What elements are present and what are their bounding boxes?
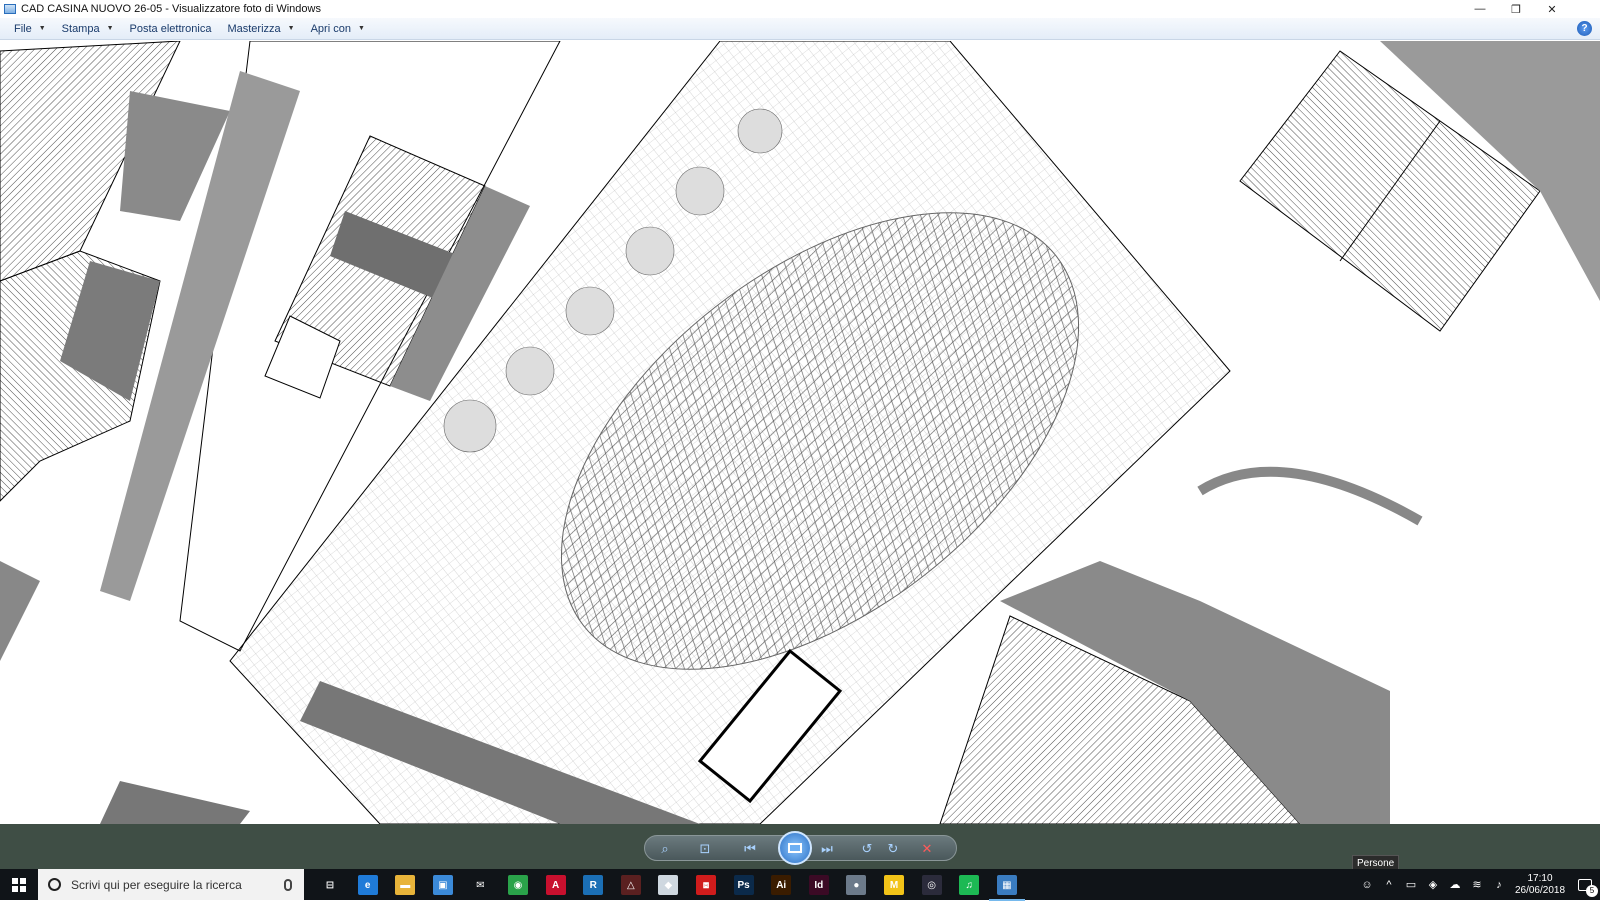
bottom-left-building	[0, 561, 40, 661]
onedrive-icon[interactable]: ☁	[1447, 877, 1463, 893]
zoom-button[interactable]: ⌕	[655, 840, 675, 858]
menu-file-label: File	[14, 22, 32, 35]
system-tray: ☺ ^ ▭ ◈ ☁ ≋ ♪ 17:10 26/06/2018 5	[1356, 869, 1600, 900]
menu-file[interactable]: File ▼	[6, 18, 54, 40]
wifi-icon[interactable]: ≋	[1469, 877, 1485, 893]
rotate-ccw-button[interactable]: ↺	[857, 840, 877, 858]
taskbar-app-app-m[interactable]: M	[884, 875, 904, 895]
menu-apri-con[interactable]: Apri con ▼	[303, 18, 373, 40]
battery-icon[interactable]: ▭	[1403, 877, 1419, 893]
taskbar-app-photo-viewer[interactable]: ▦	[988, 875, 1025, 901]
window-title: CAD CASINA NUOVO 26-05 - Visualizzatore …	[21, 3, 321, 15]
menu-apri-con-label: Apri con	[310, 22, 351, 35]
minimize-button[interactable]: —	[1462, 0, 1498, 18]
next-button[interactable]: ⏭	[817, 840, 837, 858]
menu-masterizza-label: Masterizza	[227, 22, 281, 35]
cortana-icon	[48, 878, 61, 891]
delete-button[interactable]: ✕	[917, 840, 937, 858]
dropbox-icon[interactable]: ◈	[1425, 877, 1441, 893]
taskbar-app-task-view[interactable]: ⊟	[320, 875, 340, 895]
taskbar-app-obs[interactable]: ◎	[921, 875, 942, 895]
taskbar-search[interactable]: Scrivi qui per eseguire la ricerca	[38, 869, 304, 900]
notification-icon: 5	[1578, 878, 1598, 897]
cad-site-plan	[0, 41, 1600, 824]
microphone-icon	[284, 878, 292, 891]
slideshow-button[interactable]	[778, 831, 812, 865]
chevron-down-icon: ▼	[357, 25, 365, 32]
notification-count: 5	[1586, 884, 1598, 897]
taskbar-app-archicad[interactable]: △	[620, 875, 641, 895]
taskbar-app-illustrator[interactable]: Ai	[771, 875, 792, 895]
taskbar-app-store[interactable]: ▣	[432, 875, 453, 895]
title-bar: CAD CASINA NUOVO 26-05 - Visualizzatore …	[0, 0, 1600, 18]
search-placeholder: Scrivi qui per eseguire la ricerca	[71, 877, 242, 892]
bottom-left-building-2	[100, 781, 250, 824]
photo-viewer-icon	[4, 4, 16, 14]
chevron-down-icon: ▼	[106, 25, 114, 32]
previous-button[interactable]: ⏮	[740, 840, 760, 858]
restore-button[interactable]: ❐	[1498, 0, 1534, 18]
people-icon[interactable]: ☺	[1359, 877, 1375, 893]
chevron-down-icon: ▼	[287, 25, 295, 32]
clock-time: 17:10	[1527, 872, 1553, 884]
taskbar-app-sketchup[interactable]: ◆	[658, 875, 679, 895]
clock[interactable]: 17:10 26/06/2018	[1510, 873, 1570, 897]
tray-chevron-icon[interactable]: ^	[1381, 877, 1397, 893]
clock-date: 26/06/2018	[1514, 884, 1566, 896]
taskbar-app-mail[interactable]: ✉	[470, 875, 491, 895]
help-button[interactable]: ?	[1577, 21, 1592, 36]
taskbar-app-chrome[interactable]: ◉	[508, 875, 528, 895]
actual-size-button[interactable]: ⊡	[695, 840, 715, 858]
menu-posta-elettronica[interactable]: Posta elettronica	[122, 18, 220, 40]
taskbar: Scrivi qui per eseguire la ricerca ⊟ e ▬ ▣ ✉…	[0, 869, 1600, 901]
taskbar-app-acrobat[interactable]: ⧈	[696, 875, 716, 895]
menu-stampa-label: Stampa	[61, 22, 100, 35]
taskbar-app-app-sphere[interactable]: ●	[846, 875, 867, 895]
taskbar-app-spotify[interactable]: ♫	[959, 875, 980, 895]
menu-stampa[interactable]: Stampa ▼	[54, 18, 122, 40]
taskbar-app-photoshop[interactable]: Ps	[733, 875, 754, 895]
volume-icon[interactable]: ♪	[1491, 877, 1507, 893]
control-strip: ⌕ ⊡ ⏮ ⏭ ↺ ↻ ✕	[644, 831, 957, 865]
road-curve	[1197, 466, 1423, 526]
start-button[interactable]	[0, 869, 38, 900]
menu-posta-label: Posta elettronica	[129, 22, 212, 35]
taskbar-app-file-explorer[interactable]: ▬	[395, 875, 416, 895]
taskbar-app-autocad[interactable]: A	[545, 875, 566, 895]
slideshow-icon	[788, 843, 802, 853]
taskbar-app-edge[interactable]: e	[357, 875, 378, 895]
chevron-down-icon: ▼	[38, 25, 46, 32]
taskbar-app-indesign[interactable]: Id	[808, 875, 829, 895]
taskbar-app-revit[interactable]: R	[583, 875, 604, 895]
close-button[interactable]: ✕	[1534, 0, 1570, 18]
action-center-button[interactable]: 5	[1570, 869, 1600, 900]
menu-bar: File ▼ Stampa ▼ Posta elettronica Master…	[0, 18, 1600, 40]
menu-masterizza[interactable]: Masterizza ▼	[219, 18, 302, 40]
rotate-cw-button[interactable]: ↻	[883, 840, 903, 858]
image-canvas[interactable]	[0, 41, 1600, 824]
windows-logo-icon	[12, 877, 26, 892]
